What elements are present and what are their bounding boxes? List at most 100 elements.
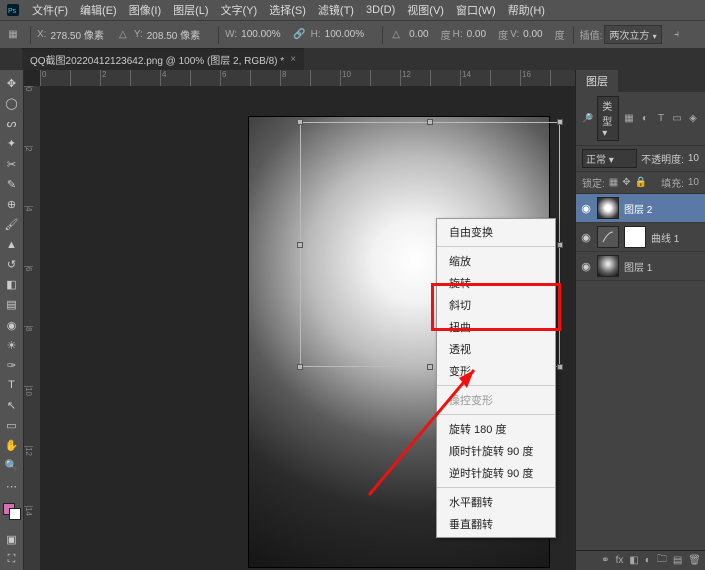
tool-lasso[interactable]: ᔕ [2,114,22,133]
swap-icon[interactable]: △ [116,28,130,42]
menu-layer[interactable]: 图层(L) [167,2,214,18]
tool-type[interactable]: T [2,376,22,395]
tool-crop[interactable]: ✂ [2,155,22,174]
tool-brush[interactable]: 🖌 [2,215,22,234]
filter-kind-icon[interactable]: 🔎 [582,113,593,124]
filter-pixel-icon[interactable]: ▦ [623,113,635,125]
handle-bottom-right[interactable] [557,364,563,370]
lock-position-icon[interactable]: ✥ [622,177,630,188]
layer-name[interactable]: 图层 2 [624,201,652,216]
handle-bottom-left[interactable] [297,364,303,370]
mask-icon[interactable]: ◧ [629,555,638,566]
visibility-toggle-icon[interactable]: ◉ [580,231,592,244]
blend-mode-select[interactable]: 正常 ▾ [582,149,637,168]
handle-bottom-center[interactable] [427,364,433,370]
y-field[interactable]: Y:208.50 像素 [134,27,202,42]
ctx-rotate-180[interactable]: 旋转 180 度 [437,418,555,440]
interp-dropdown[interactable]: 两次立方 ▾ [604,25,661,44]
tool-move[interactable]: ✥ [2,74,22,93]
layer-name[interactable]: 曲线 1 [651,230,679,245]
ctx-flip-v[interactable]: 垂直翻转 [437,513,555,535]
ctx-perspective[interactable]: 透视 [437,338,555,360]
tool-dodge[interactable]: ☀ [2,336,22,355]
tool-marquee[interactable]: ◯ [2,94,22,113]
ctx-rotate-ccw[interactable]: 逆时针旋转 90 度 [437,462,555,484]
handle-mid-right[interactable] [557,242,563,248]
tool-wand[interactable]: ✦ [2,134,22,153]
layer-thumbnail[interactable] [597,255,619,277]
ctx-flip-h[interactable]: 水平翻转 [437,491,555,513]
filter-adjust-icon[interactable]: ◐ [639,113,651,125]
tool-pen[interactable]: ✑ [2,356,22,375]
lock-pixels-icon[interactable]: ▦ [609,177,618,188]
tool-healing[interactable]: ⊕ [2,195,22,214]
menu-image[interactable]: 图像(I) [123,2,167,18]
tool-shape[interactable]: ▭ [2,416,22,435]
menu-help[interactable]: 帮助(H) [502,2,551,18]
menu-edit[interactable]: 编辑(E) [74,2,123,18]
filter-shape-icon[interactable]: ▭ [671,113,683,125]
new-layer-icon[interactable]: ▤ [673,555,682,566]
filter-type-icon[interactable]: T [655,113,667,125]
layer-name[interactable]: 图层 1 [624,259,652,274]
document-tab[interactable]: QQ截图20220412123642.png @ 100% (图层 2, RGB… [22,48,304,70]
filter-kind-select[interactable]: 类型 ▾ [597,96,619,141]
handle-top-right[interactable] [557,119,563,125]
tool-more[interactable]: ⋯ [2,477,22,496]
tool-path-select[interactable]: ↖ [2,396,22,415]
tool-history-brush[interactable]: ↺ [2,255,22,274]
tool-hand[interactable]: ✋ [2,436,22,455]
menu-window[interactable]: 窗口(W) [450,2,502,18]
tool-blur[interactable]: ◉ [2,316,22,335]
panel-tab-layers[interactable]: 图层 [576,70,618,92]
skew-v-field[interactable]: V:0.00 [510,29,545,40]
layer-row[interactable]: ◉ 图层 1 [576,252,705,281]
menu-filter[interactable]: 滤镜(T) [312,2,360,18]
delete-layer-icon[interactable]: 🗑 [688,555,701,566]
fx-icon[interactable]: fx [616,555,624,566]
color-swatch[interactable] [3,503,21,520]
ctx-rotate-cw[interactable]: 顺时针旋转 90 度 [437,440,555,462]
lock-all-icon[interactable]: 🔒 [635,177,647,188]
fill-value[interactable]: 10 [688,177,699,188]
group-icon[interactable]: 🗀 [657,552,667,569]
ctx-free-transform[interactable]: 自由变换 [437,221,555,243]
menu-3d[interactable]: 3D(D) [360,4,401,16]
skew-h-field[interactable]: H:0.00 [453,29,488,40]
screen-mode-icon[interactable]: ⛶ [2,550,22,569]
visibility-toggle-icon[interactable]: ◉ [580,202,592,215]
x-field[interactable]: X:278.50 像素 [37,27,106,42]
tool-zoom[interactable]: 🔍 [2,456,22,475]
angle-field[interactable]: 0.00 [407,29,430,40]
opacity-value[interactable]: 10 [688,153,699,164]
adjustment-icon[interactable]: ◐ [645,555,651,566]
tool-gradient[interactable]: ▤ [2,295,22,314]
menu-file[interactable]: 文件(F) [26,2,74,18]
w-field[interactable]: W:100.00% [225,29,283,40]
menu-select[interactable]: 选择(S) [263,2,312,18]
canvas[interactable]: 024681012141618 02468101214 ✦ 自由变换 缩放 旋转… [24,70,575,570]
link-icon[interactable]: 🔗 [293,28,307,42]
layer-row[interactable]: ◉ 图层 2 [576,194,705,223]
warp-mode-icon[interactable]: ⫞ [670,28,684,42]
tool-eraser[interactable]: ◧ [2,275,22,294]
layer-row[interactable]: ◉ 曲线 1 [576,223,705,252]
tool-eyedropper[interactable]: ✎ [2,175,22,194]
adjustment-thumbnail[interactable] [597,226,619,248]
visibility-toggle-icon[interactable]: ◉ [580,260,592,273]
link-layers-icon[interactable]: ⚭ [601,555,609,566]
close-tab-icon[interactable]: × [290,54,296,65]
handle-top-center[interactable] [427,119,433,125]
handle-mid-left[interactable] [297,242,303,248]
ctx-warp[interactable]: 变形 [437,360,555,382]
handle-top-left[interactable] [297,119,303,125]
menu-type[interactable]: 文字(Y) [215,2,264,18]
layer-thumbnail[interactable] [597,197,619,219]
reference-point-icon[interactable]: ▦ [6,28,20,42]
mask-thumbnail[interactable] [624,226,646,248]
ctx-scale[interactable]: 缩放 [437,250,555,272]
quick-mask-icon[interactable]: ▣ [2,530,22,549]
filter-smart-icon[interactable]: ◈ [687,113,699,125]
menu-view[interactable]: 视图(V) [401,2,450,18]
tool-stamp[interactable]: ▲ [2,235,22,254]
